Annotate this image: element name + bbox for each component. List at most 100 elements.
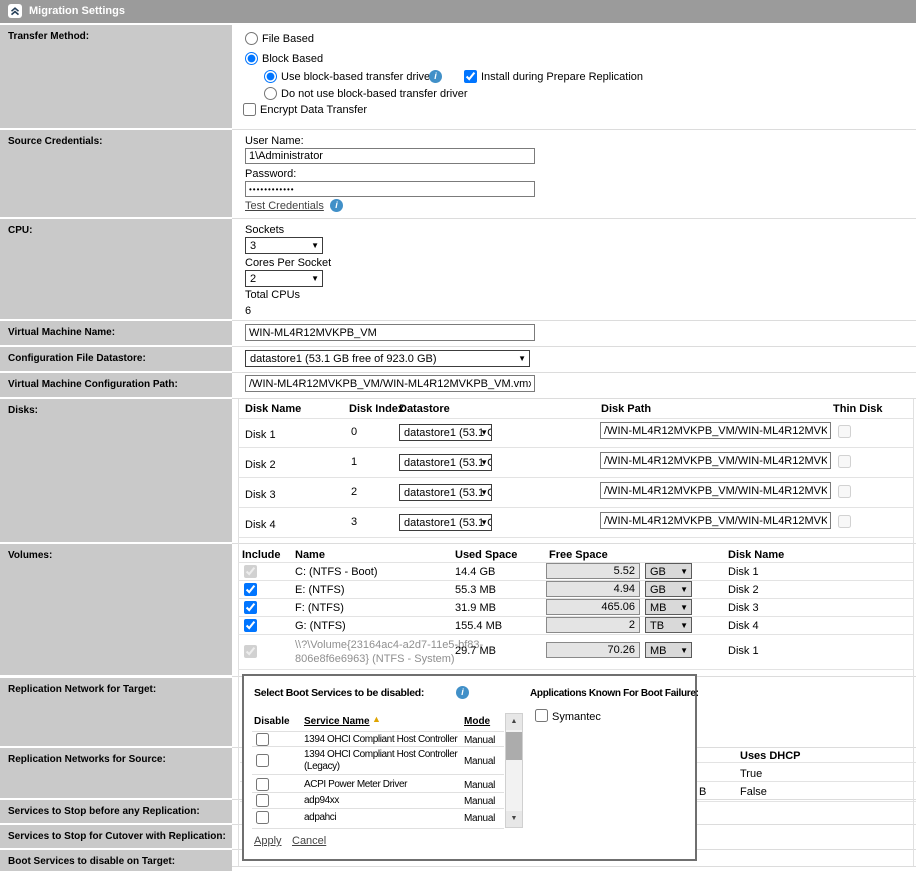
label-boot-services-target: Boot Services to disable on Target: xyxy=(0,850,232,871)
include-checkbox[interactable] xyxy=(244,645,257,658)
row-line xyxy=(238,634,913,635)
disk-datastore-select[interactable]: datastore1 (53.1 GB free of 923.0 GB)▼ xyxy=(399,454,492,471)
service-disable-checkbox[interactable] xyxy=(256,754,269,767)
include-checkbox[interactable] xyxy=(244,619,257,632)
disks-header-path: Disk Path xyxy=(601,403,651,416)
thin-disk-checkbox[interactable] xyxy=(838,455,851,468)
include-checkbox[interactable] xyxy=(244,583,257,596)
encrypt-checkbox[interactable] xyxy=(243,103,256,116)
label-transfer-method: Transfer Method: xyxy=(0,25,232,128)
thin-disk-checkbox[interactable] xyxy=(838,425,851,438)
no-driver-label: Do not use block-based transfer driver xyxy=(281,88,467,101)
chevron-down-icon: ▼ xyxy=(680,621,688,630)
include-checkbox[interactable] xyxy=(244,601,257,614)
free-space-input[interactable] xyxy=(546,599,640,615)
install-prepare-label: Install during Prepare Replication xyxy=(481,71,643,84)
label-volumes: Volumes: xyxy=(0,544,232,675)
volume-used: 14.4 GB xyxy=(455,566,495,579)
volume-used: 155.4 MB xyxy=(455,620,502,633)
volumes-header-include: Include xyxy=(242,549,281,562)
disk-row-name: Disk 4 xyxy=(245,519,276,532)
test-credentials-info-icon[interactable]: i xyxy=(330,199,343,212)
service-disable-checkbox[interactable] xyxy=(256,794,269,807)
label-disks: Disks: xyxy=(0,399,232,542)
free-space-unit-select[interactable]: TB▼ xyxy=(645,617,692,633)
scroll-up-icon[interactable]: ▲ xyxy=(506,714,522,730)
use-driver-radio[interactable] xyxy=(264,70,277,83)
service-disable-checkbox[interactable] xyxy=(256,778,269,791)
uses-dhcp-value: False xyxy=(740,786,767,799)
symantec-label: Symantec xyxy=(552,711,601,724)
free-space-input[interactable] xyxy=(546,581,640,597)
file-based-radio[interactable] xyxy=(245,32,258,45)
thin-disk-checkbox[interactable] xyxy=(838,515,851,528)
free-space-unit-select[interactable]: MB▼ xyxy=(645,642,692,658)
separator xyxy=(232,320,916,321)
row-line xyxy=(252,774,504,775)
sockets-label: Sockets xyxy=(245,224,284,237)
disk-path-input[interactable] xyxy=(600,512,831,529)
symantec-checkbox[interactable] xyxy=(535,709,548,722)
vm-name-input[interactable] xyxy=(245,324,535,341)
volume-used: 29.7 MB xyxy=(455,645,496,658)
password-label: Password: xyxy=(245,168,296,181)
volume-disk: Disk 1 xyxy=(728,645,759,658)
collapse-icon[interactable] xyxy=(8,4,22,18)
free-space-input[interactable] xyxy=(546,642,640,658)
disk-row-index: 3 xyxy=(351,516,357,529)
service-disable-checkbox[interactable] xyxy=(256,811,269,824)
cores-select[interactable]: 2▼ xyxy=(245,270,323,287)
sockets-select[interactable]: 3▼ xyxy=(245,237,323,254)
chevron-down-icon: ▼ xyxy=(480,458,488,467)
disk-row-index: 1 xyxy=(351,456,357,469)
total-cpus-value: 6 xyxy=(245,305,251,318)
column-service-name[interactable]: Service Name xyxy=(304,715,370,728)
services-scrollbar[interactable]: ▲ ▼ xyxy=(505,713,523,828)
disk-row-name: Disk 1 xyxy=(245,429,276,442)
block-based-label: Block Based xyxy=(262,53,323,66)
config-datastore-select[interactable]: datastore1 (53.1 GB free of 923.0 GB)▼ xyxy=(245,350,530,367)
free-space-input[interactable] xyxy=(546,563,640,579)
vm-config-path-input[interactable] xyxy=(245,375,535,392)
disk-path-input[interactable] xyxy=(600,482,831,499)
column-mode[interactable]: Mode xyxy=(464,715,490,728)
service-disable-checkbox[interactable] xyxy=(256,733,269,746)
no-driver-radio[interactable] xyxy=(264,87,277,100)
popup-info-icon[interactable]: i xyxy=(456,686,469,699)
free-space-unit-select[interactable]: MB▼ xyxy=(645,599,692,615)
row-line xyxy=(238,418,913,419)
chevron-down-icon: ▼ xyxy=(480,428,488,437)
install-prepare-checkbox[interactable] xyxy=(464,70,477,83)
migration-settings-page: Migration Settings Transfer Method: Sour… xyxy=(0,0,916,873)
row-line xyxy=(238,507,913,508)
service-name: ACPI Power Meter Driver xyxy=(304,779,464,791)
free-space-unit-select[interactable]: GB▼ xyxy=(645,563,692,579)
apply-link[interactable]: Apply xyxy=(254,835,282,847)
disk-datastore-select[interactable]: datastore1 (53.1 GB free of 923.0 GB)▼ xyxy=(399,514,492,531)
free-space-input[interactable] xyxy=(546,617,640,633)
disk-path-input[interactable] xyxy=(600,422,831,439)
cancel-link[interactable]: Cancel xyxy=(292,835,326,847)
service-name: adpahci xyxy=(304,812,464,824)
service-name: 1394 OHCI Compliant Host Controller xyxy=(304,734,464,746)
row-line xyxy=(238,447,913,448)
include-checkbox[interactable] xyxy=(244,565,257,578)
volume-disk: Disk 1 xyxy=(728,566,759,579)
thin-disk-checkbox[interactable] xyxy=(838,485,851,498)
service-name: 1394 OHCI Compliant Host Controller (Leg… xyxy=(304,749,464,773)
service-mode: Manual xyxy=(464,812,495,825)
use-driver-info-icon[interactable]: i xyxy=(429,70,442,83)
block-based-radio[interactable] xyxy=(245,52,258,65)
password-input[interactable] xyxy=(245,181,535,197)
chevron-down-icon: ▼ xyxy=(480,518,488,527)
user-name-input[interactable] xyxy=(245,148,535,164)
scrollbar-thumb[interactable] xyxy=(506,732,522,760)
popup-title: Select Boot Services to be disabled: xyxy=(254,687,424,700)
test-credentials-link[interactable]: Test Credentials xyxy=(245,200,324,212)
scroll-down-icon[interactable]: ▼ xyxy=(506,811,522,827)
disk-path-input[interactable] xyxy=(600,452,831,469)
disk-datastore-select[interactable]: datastore1 (53.1 GB free of 923.0 GB)▼ xyxy=(399,424,492,441)
disk-datastore-select[interactable]: datastore1 (53.1 GB free of 923.0 GB)▼ xyxy=(399,484,492,501)
free-space-unit-select[interactable]: GB▼ xyxy=(645,581,692,597)
label-vm-name: Virtual Machine Name: xyxy=(0,321,232,345)
